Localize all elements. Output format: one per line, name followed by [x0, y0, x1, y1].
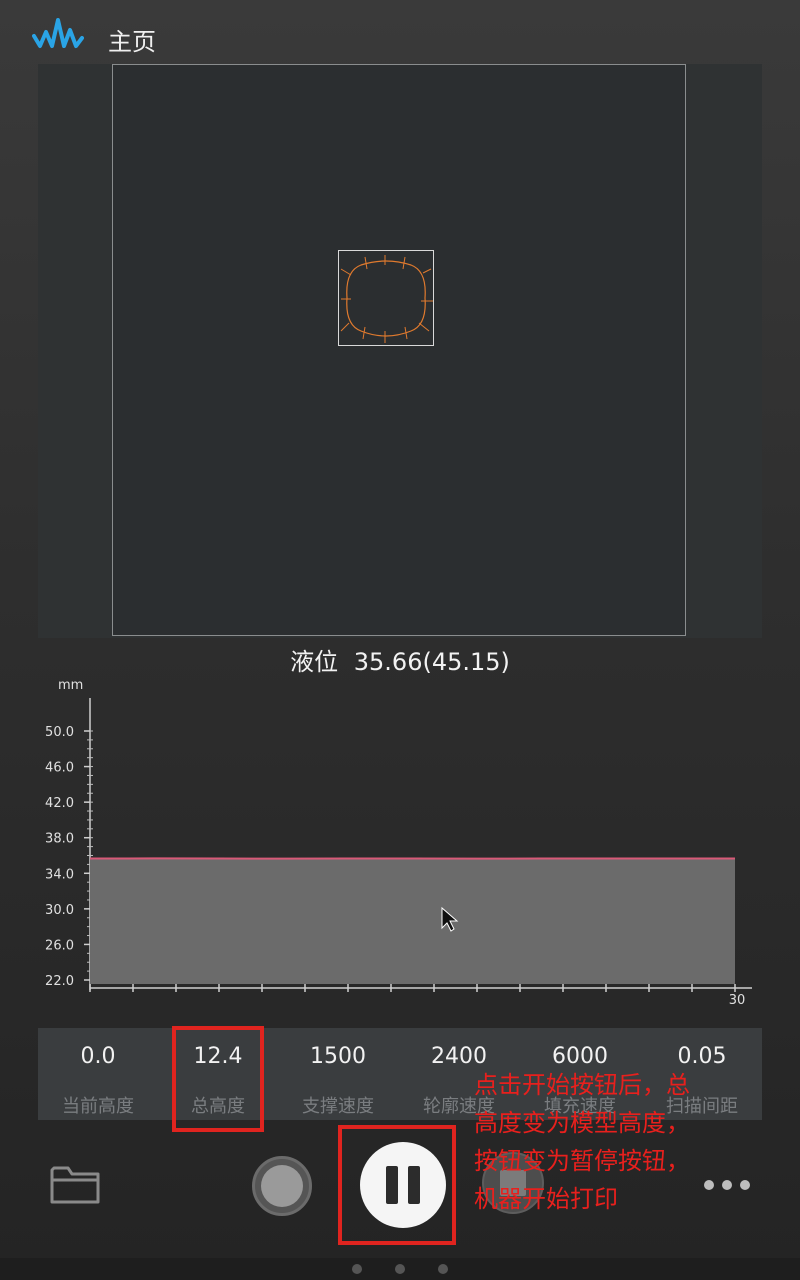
stat-value: 0.0 [80, 1044, 116, 1069]
annotation-line: 机器开始打印 [474, 1185, 618, 1213]
page-indicator [0, 1258, 800, 1280]
app-header: 主页 [0, 0, 800, 64]
y-tick-label: 46.0 [45, 761, 74, 776]
y-tick-label: 38.0 [45, 832, 74, 847]
annotation-line: 点击开始按钮后，总 [474, 1071, 690, 1099]
model-preview[interactable] [338, 250, 434, 346]
y-tick-label: 34.0 [45, 867, 74, 882]
annotation-note: 点击开始按钮后，总 高度变为模型高度， 按钮变为暂停按钮， 机器开始打印 [474, 1066, 774, 1218]
record-icon [261, 1165, 303, 1207]
x-tick-label: 30 [729, 993, 746, 1008]
y-tick-label: 22.0 [45, 974, 74, 989]
liquid-level-chart: mm 50.0 46.0 42.0 38.0 34.0 30.0 26.0 22.0 30 [45, 678, 752, 1008]
y-axis-unit-label: mm [58, 678, 83, 693]
page-dot[interactable] [438, 1264, 448, 1274]
annotation-line: 高度变为模型高度， [474, 1109, 690, 1137]
y-tick-label: 50.0 [45, 725, 74, 740]
folder-button[interactable] [48, 1160, 102, 1208]
highlight-total-height [172, 1026, 264, 1132]
page-dot[interactable] [352, 1264, 362, 1274]
y-tick-label: 42.0 [45, 796, 74, 811]
y-tick-label: 26.0 [45, 938, 74, 953]
annotation-line: 按钮变为暂停按钮， [474, 1147, 690, 1175]
stat-label: 当前高度 [62, 1096, 134, 1117]
build-plate [112, 64, 686, 636]
model-slice-outline [340, 255, 433, 343]
level-area [90, 858, 735, 984]
stat-label: 支撑速度 [302, 1096, 374, 1117]
record-button[interactable] [252, 1156, 312, 1216]
page-title: 主页 [108, 28, 156, 56]
stat-current-height: 0.0 当前高度 [38, 1028, 158, 1120]
highlight-pause-button [338, 1125, 456, 1245]
y-tick-label: 30.0 [45, 903, 74, 918]
waveform-logo-icon[interactable] [32, 16, 84, 50]
stat-value: 1500 [310, 1044, 366, 1069]
stat-support-speed: 1500 支撑速度 [278, 1028, 398, 1120]
page-dot[interactable] [395, 1264, 405, 1274]
folder-icon [50, 1166, 100, 1204]
